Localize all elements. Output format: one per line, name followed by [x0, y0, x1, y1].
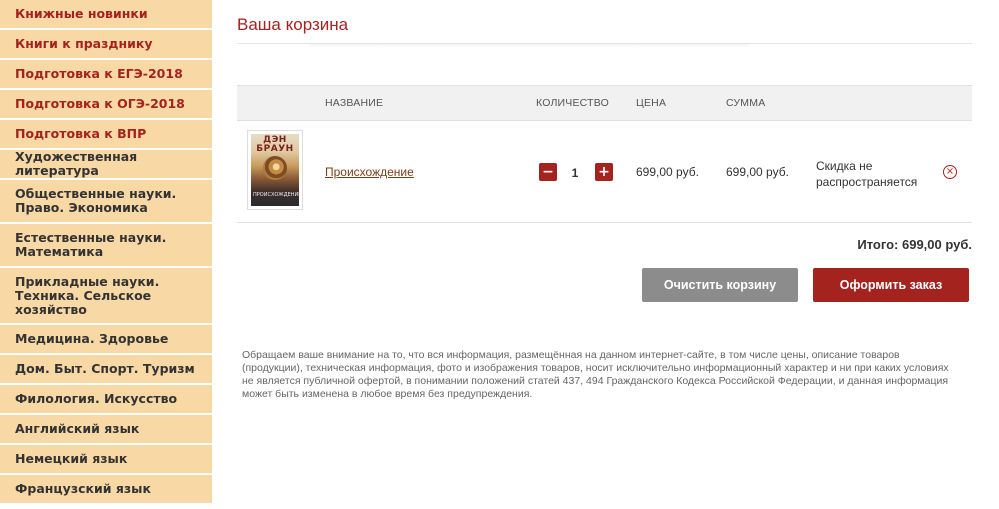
sidebar-item-home-sport[interactable]: Дом. Быт. Спорт. Туризм	[0, 355, 212, 385]
quantity-value: 1	[571, 166, 579, 180]
cover-title: ПРОИСХОЖДЕНИЕ	[253, 192, 302, 198]
sidebar-item-oge[interactable]: Подготовка к ОГЭ-2018	[0, 90, 212, 120]
increase-quantity-button[interactable]: +	[595, 163, 613, 181]
sidebar-item-medicine[interactable]: Медицина. Здоровье	[0, 325, 212, 355]
column-header-price: ЦЕНА	[636, 97, 667, 109]
sidebar-item-label: Естественные науки. Математика	[15, 230, 167, 259]
sidebar-item-label: Общественные науки. Право. Экономика	[15, 186, 177, 215]
sidebar-item-label: Медицина. Здоровье	[15, 331, 169, 346]
remove-item-icon[interactable]: ×	[943, 165, 957, 179]
column-header-name: НАЗВАНИЕ	[325, 97, 384, 109]
page-title: Ваша корзина	[237, 15, 349, 34]
sidebar-item-label: Подготовка к ВПР	[15, 126, 147, 141]
sidebar-item-label: Художественная литература	[15, 149, 138, 178]
sidebar-item-label: Французский язык	[15, 481, 151, 496]
legal-notice: Обращаем ваше внимание на то, что вся ин…	[242, 349, 949, 400]
sidebar-item-new-books[interactable]: Книжные новинки	[0, 0, 212, 30]
sidebar-item-philology[interactable]: Филология. Искусство	[0, 385, 212, 415]
sidebar-item-label: Подготовка к ОГЭ-2018	[15, 96, 185, 111]
column-header-quantity: КОЛИЧЕСТВО	[536, 97, 609, 109]
product-name-link[interactable]: Происхождение	[325, 165, 414, 179]
sidebar-item-french[interactable]: Французский язык	[0, 475, 212, 505]
cover-author: ДЭН БРАУН	[256, 135, 294, 154]
decrease-quantity-button[interactable]: −	[539, 163, 557, 181]
sidebar-item-label: Книги к празднику	[15, 36, 153, 51]
cart-total: Итого: 699,00 руб.	[857, 237, 972, 252]
checkout-button[interactable]: Оформить заказ	[813, 268, 969, 302]
sidebar-item-holiday-books[interactable]: Книги к празднику	[0, 30, 212, 60]
row-divider	[237, 222, 972, 223]
clear-cart-button[interactable]: Очистить корзину	[642, 268, 798, 302]
ammonite-shell-image	[263, 156, 287, 180]
sidebar-item-vpr[interactable]: Подготовка к ВПР	[0, 120, 212, 150]
sidebar-item-label: Филология. Искусство	[15, 391, 178, 406]
title-shadow	[310, 44, 750, 48]
sidebar-item-ege[interactable]: Подготовка к ЕГЭ-2018	[0, 60, 212, 90]
sidebar-item-natural-sciences[interactable]: Естественные науки. Математика	[0, 224, 212, 268]
column-header-sum: СУММА	[726, 97, 766, 109]
sidebar-item-label: Подготовка к ЕГЭ-2018	[15, 66, 183, 81]
product-image[interactable]: ДЭН БРАУН ПРОИСХОЖДЕНИЕ	[247, 130, 303, 210]
sidebar-item-fiction[interactable]: Художественная литература	[0, 150, 212, 180]
discount-note: Скидка не распространяется	[816, 159, 918, 189]
item-price: 699,00 руб.	[636, 165, 699, 179]
sidebar-item-label: Дом. Быт. Спорт. Туризм	[15, 361, 195, 376]
item-sum: 699,00 руб.	[726, 165, 789, 179]
book-cover: ДЭН БРАУН ПРОИСХОЖДЕНИЕ	[251, 134, 302, 206]
sidebar-item-german[interactable]: Немецкий язык	[0, 445, 212, 475]
cart-table-header: НАЗВАНИЕ КОЛИЧЕСТВО ЦЕНА СУММА	[237, 85, 972, 121]
sidebar-item-english[interactable]: Английский язык	[0, 415, 212, 445]
sidebar-item-social-sciences[interactable]: Общественные науки. Право. Экономика	[0, 180, 212, 224]
sidebar-item-label: Немецкий язык	[15, 451, 128, 466]
sidebar-item-label: Английский язык	[15, 421, 140, 436]
sidebar-item-label: Прикладные науки. Техника. Сельское хозя…	[15, 273, 160, 317]
sidebar-item-applied-sciences[interactable]: Прикладные науки. Техника. Сельское хозя…	[0, 268, 212, 325]
sidebar-nav: Книжные новинки Книги к празднику Подгот…	[0, 0, 212, 509]
sidebar-item-label: Книжные новинки	[15, 6, 148, 21]
